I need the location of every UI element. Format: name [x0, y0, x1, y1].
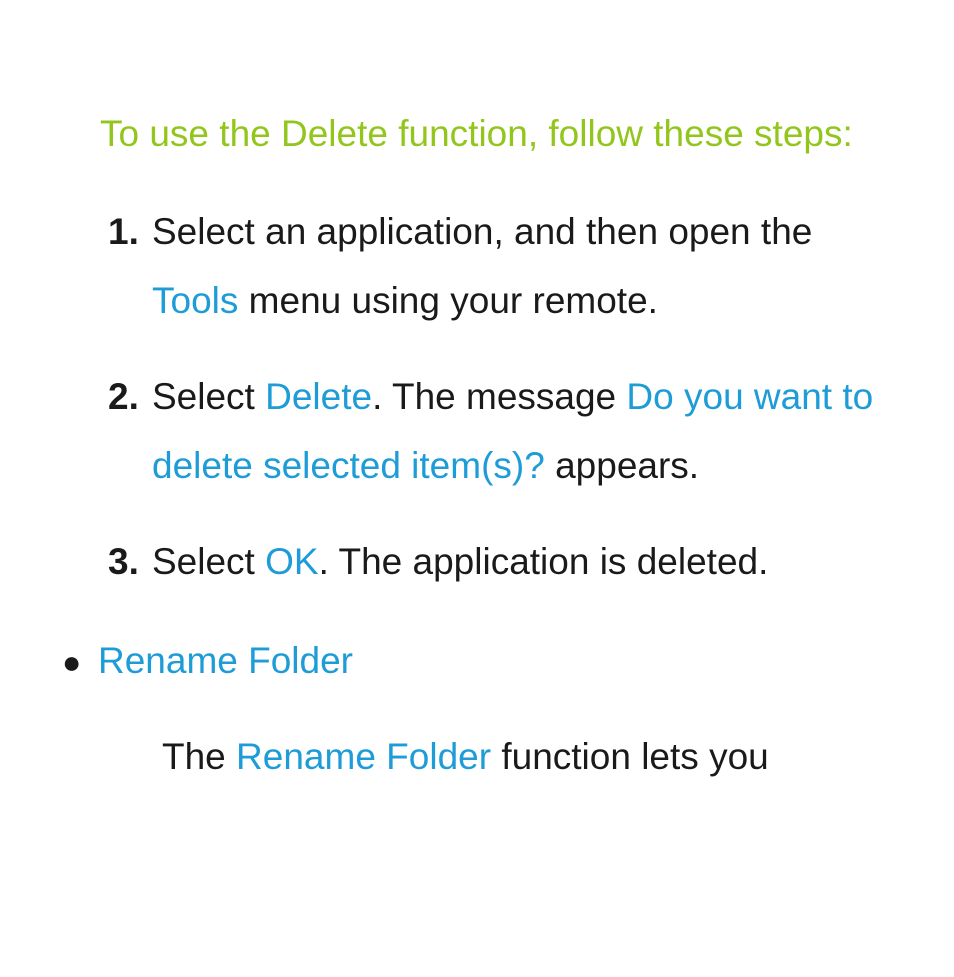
bullet-section: ● Rename Folder The Rename Folder functi…	[62, 627, 894, 792]
text-run: Rename Folder	[236, 736, 491, 777]
step-number: 3.	[108, 528, 152, 596]
text-run: Delete	[265, 376, 372, 417]
text-run: Select an application, and then open the	[152, 211, 812, 252]
bullet-row: ● Rename Folder	[62, 627, 894, 695]
step-1: 1. Select an application, and then open …	[108, 198, 894, 335]
text-run: Tools	[152, 280, 238, 321]
text-run: . The message	[372, 376, 626, 417]
step-number: 2.	[108, 363, 152, 500]
step-body: Select OK. The application is deleted.	[152, 528, 894, 596]
bullet-label: Rename Folder	[98, 627, 353, 695]
step-3: 3. Select OK. The application is deleted…	[108, 528, 894, 596]
step-number: 1.	[108, 198, 152, 335]
bullet-paragraph: The Rename Folder function lets you	[162, 723, 894, 791]
intro-heading: To use the Delete function, follow these…	[100, 100, 894, 168]
text-run: Select	[152, 376, 265, 417]
text-run: function lets you	[491, 736, 769, 777]
text-run: Select	[152, 541, 265, 582]
step-2: 2. Select Delete. The message Do you wan…	[108, 363, 894, 500]
text-run: The	[162, 736, 236, 777]
text-run: . The application is deleted.	[319, 541, 769, 582]
text-run: OK	[265, 541, 318, 582]
bullet-icon: ●	[62, 633, 98, 692]
text-run: appears.	[545, 445, 699, 486]
steps-list: 1. Select an application, and then open …	[108, 198, 894, 596]
page: To use the Delete function, follow these…	[0, 0, 954, 977]
step-body: Select an application, and then open the…	[152, 198, 894, 335]
step-body: Select Delete. The message Do you want t…	[152, 363, 894, 500]
text-run: menu using your remote.	[238, 280, 658, 321]
